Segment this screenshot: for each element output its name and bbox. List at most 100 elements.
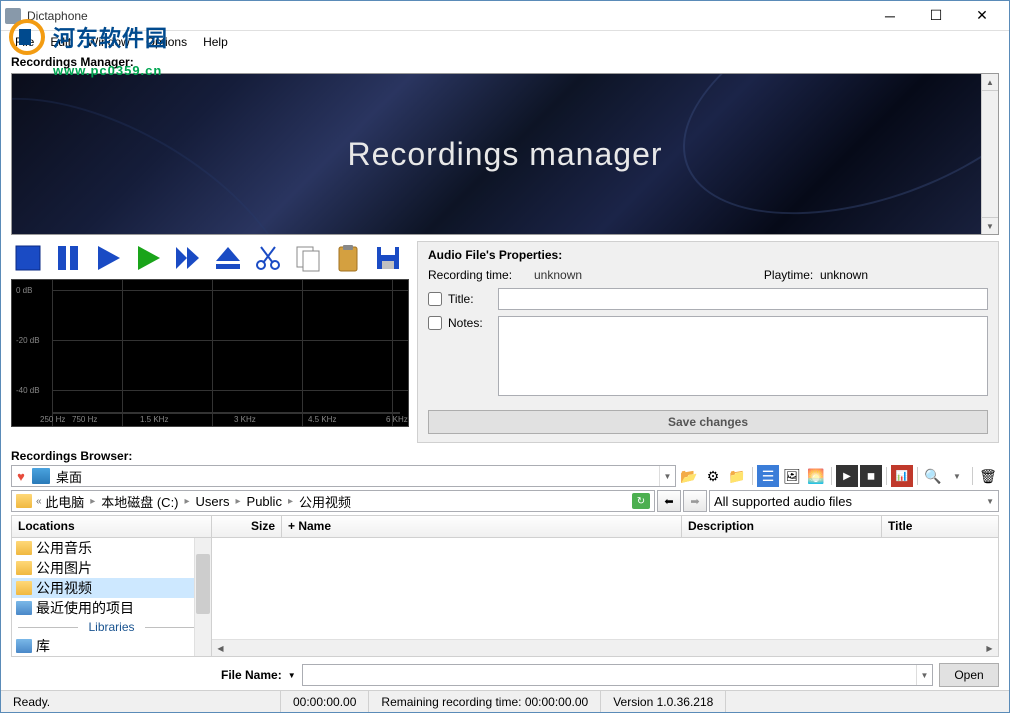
breadcrumb-item[interactable]: 本地磁盘 (C:) <box>101 492 178 511</box>
view-thumbs-icon[interactable]: 🌅 <box>805 465 827 487</box>
status-version: Version 1.0.36.218 <box>601 691 726 712</box>
menu-edit[interactable]: Edit <box>42 33 79 51</box>
chevron-down-icon[interactable]: ▼ <box>986 497 994 506</box>
delete-icon[interactable]: 🗑 <box>977 465 999 487</box>
location-item[interactable]: 公用图片 <box>12 558 211 578</box>
location-item[interactable]: 最近使用的项目 <box>12 598 211 618</box>
minimize-button[interactable]: ─ <box>867 1 913 31</box>
folder-open-icon[interactable]: 📂 <box>678 465 700 487</box>
locations-divider: Libraries <box>12 618 211 636</box>
playback-toolbar <box>11 241 409 275</box>
tool2-icon[interactable]: ◼ <box>860 465 882 487</box>
play-button[interactable] <box>91 241 125 275</box>
window-title: Dictaphone <box>27 9 867 23</box>
save-button[interactable] <box>371 241 405 275</box>
spectrum-x-label: 4.5 KHz <box>308 415 336 424</box>
refresh-icon[interactable]: ↻ <box>632 493 650 509</box>
file-list[interactable] <box>212 538 998 639</box>
view-icons-icon[interactable]: 🖼 <box>781 465 803 487</box>
file-list-hscrollbar[interactable]: ◀▶ <box>212 639 998 656</box>
gear-icon[interactable]: ⚙ <box>702 465 724 487</box>
title-checkbox[interactable] <box>428 292 442 306</box>
copy-button[interactable] <box>291 241 325 275</box>
desktop-icon <box>32 468 50 484</box>
playtime-label: Playtime: <box>764 268 813 282</box>
banner-scrollbar[interactable]: ▲ ▼ <box>981 74 998 234</box>
view-list-icon[interactable]: ☰ <box>757 465 779 487</box>
tool3-icon[interactable]: 📊 <box>891 465 913 487</box>
breadcrumb-item[interactable]: 公用视频 <box>299 492 351 511</box>
breadcrumb-item[interactable]: Users <box>196 494 230 509</box>
stop-button[interactable] <box>11 241 45 275</box>
search-dropdown-icon[interactable]: ▼ <box>946 465 968 487</box>
col-title[interactable]: Title <box>882 516 998 537</box>
properties-title: Audio File's Properties: <box>428 248 988 262</box>
spectrum-x-label: 3 KHz <box>234 415 256 424</box>
breadcrumb-item[interactable]: 此电脑 <box>45 492 84 511</box>
open-button[interactable]: Open <box>939 663 999 687</box>
menu-file[interactable]: File <box>7 33 42 51</box>
maximize-button[interactable]: ☐ <box>913 1 959 31</box>
tool1-icon[interactable]: ▶ <box>836 465 858 487</box>
spectrum-x-label: 750 Hz <box>72 415 97 424</box>
locations-pane: Locations 公用音乐 公用图片 公用视频 最近使用的项目 Librari… <box>12 516 212 656</box>
spectrum-y-label: 0 dB <box>16 286 32 295</box>
notes-input[interactable] <box>498 316 988 396</box>
location-item[interactable]: 公用音乐 <box>12 538 211 558</box>
spectrum-x-label: 1.5 KHz <box>140 415 168 424</box>
eject-button[interactable] <box>211 241 245 275</box>
recording-time-label: Recording time: <box>428 268 528 282</box>
menu-help[interactable]: Help <box>195 33 236 51</box>
nav-back-button[interactable]: ⬅ <box>657 490 681 512</box>
locations-scrollbar[interactable] <box>194 538 211 656</box>
browser-toolbar: ♥ 桌面 ▼ 📂 ⚙ 📁 ☰ 🖼 🌅 ▶ ◼ 📊 🔍 ▼ 🗑 <box>11 465 999 487</box>
breadcrumb-item[interactable]: Public <box>247 494 282 509</box>
scroll-up-icon[interactable]: ▲ <box>982 74 998 91</box>
favorite-icon[interactable]: ♥ <box>12 469 30 484</box>
chevron-down-icon[interactable]: ▼ <box>659 466 675 486</box>
statusbar: Ready. 00:00:00.00 Remaining recording t… <box>1 690 1009 712</box>
save-changes-button[interactable]: Save changes <box>428 410 988 434</box>
filename-history-icon[interactable]: ▼ <box>288 671 296 680</box>
locations-header[interactable]: Locations <box>12 516 211 538</box>
close-button[interactable]: ✕ <box>959 1 1005 31</box>
fastforward-button[interactable] <box>171 241 205 275</box>
cut-button[interactable] <box>251 241 285 275</box>
banner: Recordings manager ▲ ▼ <box>11 73 999 235</box>
file-list-pane: Size + Name Description Title ◀▶ <box>212 516 998 656</box>
title-input[interactable] <box>498 288 988 310</box>
status-time: 00:00:00.00 <box>281 691 369 712</box>
location-item[interactable]: 库 <box>12 636 211 656</box>
folder-icon <box>16 494 32 508</box>
menu-options[interactable]: Options <box>138 33 195 51</box>
address-combo[interactable]: ♥ 桌面 ▼ <box>11 465 676 487</box>
search-icon[interactable]: 🔍 <box>922 465 944 487</box>
pause-button[interactable] <box>51 241 85 275</box>
spectrum-display: 0 dB -20 dB -40 dB 250 Hz 750 Hz 1.5 KHz… <box>11 279 409 427</box>
col-description[interactable]: Description <box>682 516 882 537</box>
col-size[interactable]: Size <box>212 516 282 537</box>
chevron-down-icon[interactable]: ▼ <box>916 665 932 685</box>
notes-label: Notes: <box>448 316 492 330</box>
nav-forward-button[interactable]: ➡ <box>683 490 707 512</box>
scroll-down-icon[interactable]: ▼ <box>982 217 998 234</box>
file-browser: Locations 公用音乐 公用图片 公用视频 最近使用的项目 Librari… <box>11 515 999 657</box>
folder-star-icon[interactable]: 📁 <box>726 465 748 487</box>
banner-title: Recordings manager <box>347 136 662 173</box>
playtime-value: unknown <box>820 268 868 282</box>
record-button[interactable] <box>131 241 165 275</box>
filter-combo[interactable]: All supported audio files ▼ <box>709 490 999 512</box>
notes-checkbox[interactable] <box>428 316 442 330</box>
location-item[interactable]: 公用视频 <box>12 578 211 598</box>
properties-panel: Audio File's Properties: Recording time:… <box>417 241 999 443</box>
paste-button[interactable] <box>331 241 365 275</box>
menu-window[interactable]: Window <box>79 33 138 51</box>
col-name[interactable]: + Name <box>282 516 682 537</box>
app-icon <box>5 8 21 24</box>
recording-time-value: unknown <box>534 268 582 282</box>
address-text: 桌面 <box>52 467 659 486</box>
breadcrumb-bar[interactable]: « 此电脑▸ 本地磁盘 (C:)▸ Users▸ Public▸ 公用视频 ↻ <box>11 490 655 512</box>
filename-input[interactable]: ▼ <box>302 664 933 686</box>
spectrum-x-label: 6 KHz <box>386 415 408 424</box>
status-ready: Ready. <box>1 691 281 712</box>
